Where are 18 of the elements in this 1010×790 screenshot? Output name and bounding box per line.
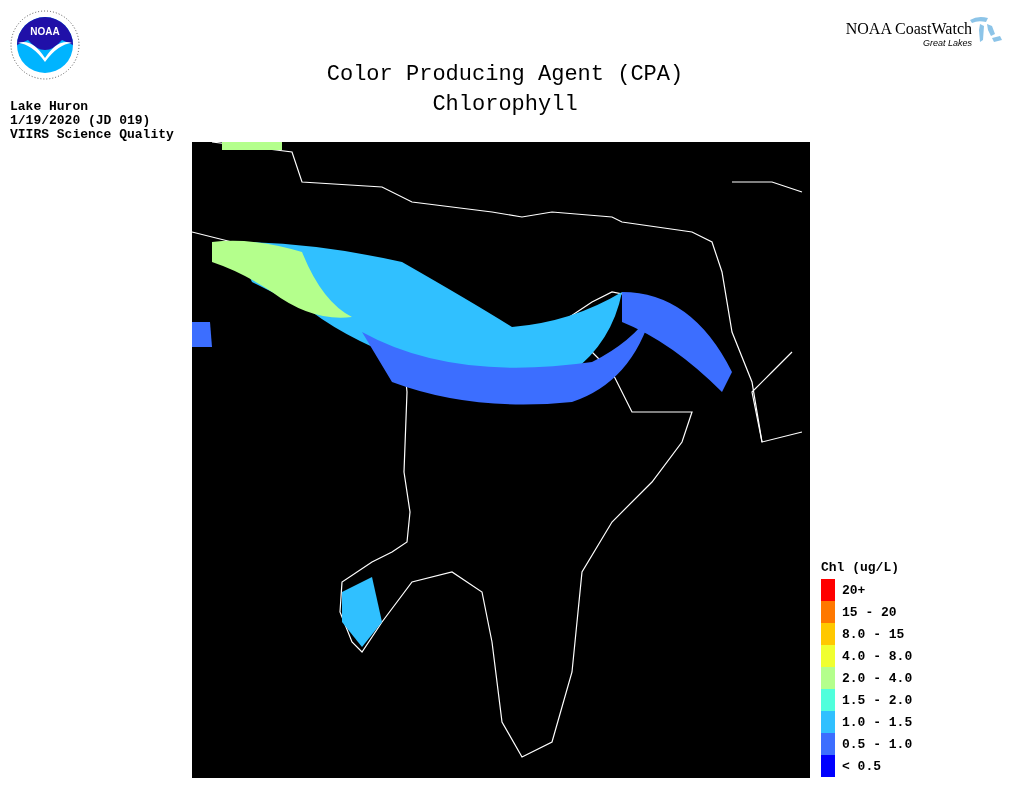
chart-title: Color Producing Agent (CPA) <box>326 61 684 89</box>
legend-label: < 0.5 <box>842 758 881 774</box>
brand-subtitle: Great Lakes <box>922 38 972 48</box>
legend-label: 8.0 - 15 <box>842 626 905 642</box>
legend-label: 15 - 20 <box>842 604 897 620</box>
chart-title: Chlorophyll <box>432 91 578 119</box>
info-text: Lake Huron <box>10 100 89 114</box>
legend-label: 1.0 - 1.5 <box>842 714 913 730</box>
legend-label: 4.0 - 8.0 <box>842 648 913 664</box>
info-text: VIIRS Science Quality <box>10 128 175 142</box>
legend-label: 20+ <box>842 582 866 598</box>
brand-name: NOAA CoastWatch <box>845 20 972 38</box>
legend-label: 2.0 - 4.0 <box>842 670 913 686</box>
legend-label: 1.5 - 2.0 <box>842 692 913 708</box>
legend-title: Chl (ug/L) <box>821 560 900 575</box>
legend-label: 0.5 - 1.0 <box>842 736 913 752</box>
logo-text: NOAA <box>30 26 60 37</box>
info-text: 1/19/2020 (JD 019) <box>10 114 152 128</box>
